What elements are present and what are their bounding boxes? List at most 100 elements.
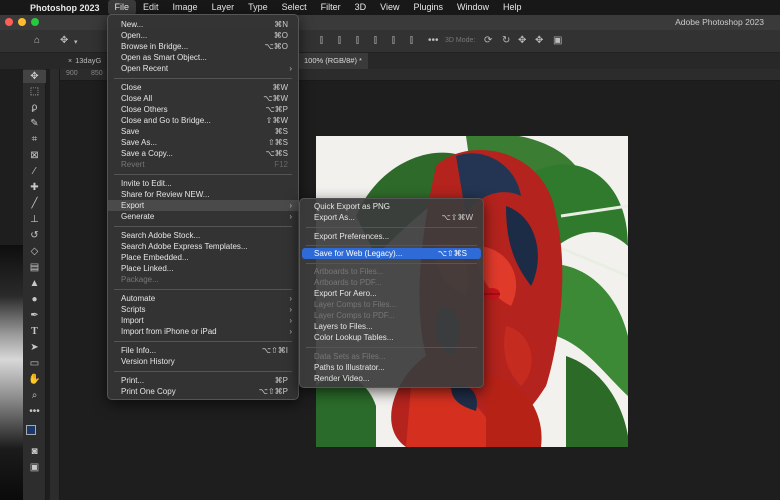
menu-item-close-and-go-to-bridge[interactable]: Close and Go to Bridge... ⇧⌘W [108,115,298,126]
menu-file[interactable]: File [107,0,137,15]
menu-item-import-from-iphone[interactable]: Import from iPhone or iPad › [108,326,298,337]
menu-item-version-history[interactable]: Version History [108,356,298,367]
menu-item-export-as[interactable]: Export As... ⌥⇧⌘W [300,212,483,223]
more-options-icon[interactable]: ••• [428,35,439,46]
menu-plugins[interactable]: Plugins [406,0,450,15]
menu-select[interactable]: Select [275,0,314,15]
menu-image[interactable]: Image [166,0,205,15]
menu-view[interactable]: View [373,0,406,15]
quick-mask-icon[interactable]: ◙ [23,445,46,458]
minimize-window-button[interactable] [18,18,26,26]
home-icon[interactable]: ⌂ [34,35,40,46]
3d-slide-icon[interactable]: ✥ [535,35,543,46]
menu-item-open-recent[interactable]: Open Recent › [108,63,298,74]
menu-item-scripts[interactable]: Scripts › [108,304,298,315]
align-right-icon[interactable]: ⫿ [356,35,359,46]
menu-window[interactable]: Window [450,0,496,15]
menu-item-file-info[interactable]: File Info... ⌥⇧⌘I [108,345,298,356]
menu-item-label: Share for Review NEW... [121,190,210,199]
menu-item-print[interactable]: Print... ⌘P [108,375,298,386]
crop-tool-icon[interactable]: ⌗ [23,133,46,146]
menu-item-save[interactable]: Save ⌘S [108,126,298,137]
3d-pan-icon[interactable]: ✥ [518,35,526,46]
3d-scale-icon[interactable]: ▣ [553,35,562,46]
align-bottom-icon[interactable]: ⫿ [410,35,413,46]
align-center-icon[interactable]: ⫿ [338,35,341,46]
zoom-tool-icon[interactable]: ⌕ [23,389,46,402]
move-tool-options-icon[interactable]: ✥ [60,35,68,46]
menu-item-layers-to-files[interactable]: Layers to Files... [300,321,483,332]
align-middle-icon[interactable]: ⫿ [392,35,395,46]
quick-selection-tool-icon[interactable]: ✎ [23,117,46,130]
eraser-tool-icon[interactable]: ◇ [23,245,46,258]
menu-item-invite-to-edit[interactable]: Invite to Edit... [108,178,298,189]
menu-item-place-linked[interactable]: Place Linked... [108,263,298,274]
menu-item-label: Open Recent [121,64,169,73]
dodge-tool-icon[interactable]: ● [23,293,46,306]
menu-item-save-for-web[interactable]: Save for Web (Legacy)... ⌥⇧⌘S [302,248,481,259]
menu-item-search-adobe-express-templates[interactable]: Search Adobe Express Templates... [108,241,298,252]
menu-edit[interactable]: Edit [136,0,166,15]
edit-toolbar-icon[interactable]: ••• [23,405,46,418]
tab-document-2[interactable]: 100% (RGB/8#) * [298,53,368,69]
align-left-icon[interactable]: ⫿ [320,35,323,46]
menu-item-export-for-aero[interactable]: Export For Aero... [300,288,483,299]
frame-tool-icon[interactable]: ⊠ [23,149,46,162]
menu-item-generate[interactable]: Generate › [108,211,298,222]
3d-orbit-icon[interactable]: ⟳ [484,35,492,46]
menu-item-color-lookup-tables[interactable]: Color Lookup Tables... [300,332,483,343]
lasso-tool-icon[interactable]: ϼ [23,101,46,114]
close-icon[interactable]: × [68,58,72,65]
menu-item-open-as-smart-object[interactable]: Open as Smart Object... [108,52,298,63]
marquee-tool-icon[interactable]: ⬚ [23,85,46,98]
path-selection-tool-icon[interactable]: ➤ [23,341,46,354]
rectangle-tool-icon[interactable]: ▭ [23,357,46,370]
app-menu[interactable]: Photoshop 2023 [26,3,108,13]
healing-brush-tool-icon[interactable]: ✚ [23,181,46,194]
menu-item-label: Layer Comps to Files... [314,300,397,309]
menu-item-save-a-copy[interactable]: Save a Copy... ⌥⌘S [108,148,298,159]
menu-help[interactable]: Help [496,0,529,15]
menu-item-print-one-copy[interactable]: Print One Copy ⌥⇧⌘P [108,386,298,397]
hand-tool-icon[interactable]: ✋ [23,373,46,386]
menu-layer[interactable]: Layer [205,0,242,15]
menu-item-share-for-review[interactable]: Share for Review NEW... [108,189,298,200]
menu-item-automate[interactable]: Automate › [108,293,298,304]
menu-item-export-preferences[interactable]: Export Preferences... [300,231,483,242]
foreground-color-swatch[interactable] [26,425,36,435]
menu-item-search-adobe-stock[interactable]: Search Adobe Stock... [108,230,298,241]
menu-item-close-others[interactable]: Close Others ⌥⌘P [108,104,298,115]
close-window-button[interactable] [5,18,13,26]
eyedropper-tool-icon[interactable]: ⁄ [23,165,46,178]
type-tool-icon[interactable]: T [23,325,46,338]
chevron-down-icon[interactable]: ▾ [74,38,78,46]
menu-item-close[interactable]: Close ⌘W [108,82,298,93]
pen-tool-icon[interactable]: ✒ [23,309,46,322]
move-tool-icon[interactable]: ✥ [23,70,46,83]
menu-separator [306,245,477,246]
menu-filter[interactable]: Filter [314,0,348,15]
clone-stamp-tool-icon[interactable]: ⊥ [23,213,46,226]
blur-tool-icon[interactable]: ▲ [23,277,46,290]
maximize-window-button[interactable] [31,18,39,26]
menu-item-export[interactable]: Export › [108,200,298,211]
menu-item-new[interactable]: New... ⌘N [108,19,298,30]
align-top-icon[interactable]: ⫿ [374,35,377,46]
menu-item-quick-export-png[interactable]: Quick Export as PNG [300,201,483,212]
menu-item-close-all[interactable]: Close All ⌥⌘W [108,93,298,104]
history-brush-tool-icon[interactable]: ↺ [23,229,46,242]
menu-item-place-embedded[interactable]: Place Embedded... [108,252,298,263]
menu-type[interactable]: Type [241,0,275,15]
tab-document-1[interactable]: × 13dayG [62,53,107,69]
menu-3d[interactable]: 3D [348,0,374,15]
gradient-tool-icon[interactable]: ▤ [23,261,46,274]
menu-item-open[interactable]: Open... ⌘O [108,30,298,41]
menu-item-paths-to-illustrator[interactable]: Paths to Illustrator... [300,362,483,373]
menu-item-save-as[interactable]: Save As... ⇧⌘S [108,137,298,148]
menu-item-import[interactable]: Import › [108,315,298,326]
menu-item-browse-in-bridge[interactable]: Browse in Bridge... ⌥⌘O [108,41,298,52]
screen-mode-icon[interactable]: ▣ [23,461,46,474]
brush-tool-icon[interactable]: ╱ [23,197,46,210]
menu-item-render-video[interactable]: Render Video... [300,373,483,384]
3d-roll-icon[interactable]: ↻ [502,35,510,46]
